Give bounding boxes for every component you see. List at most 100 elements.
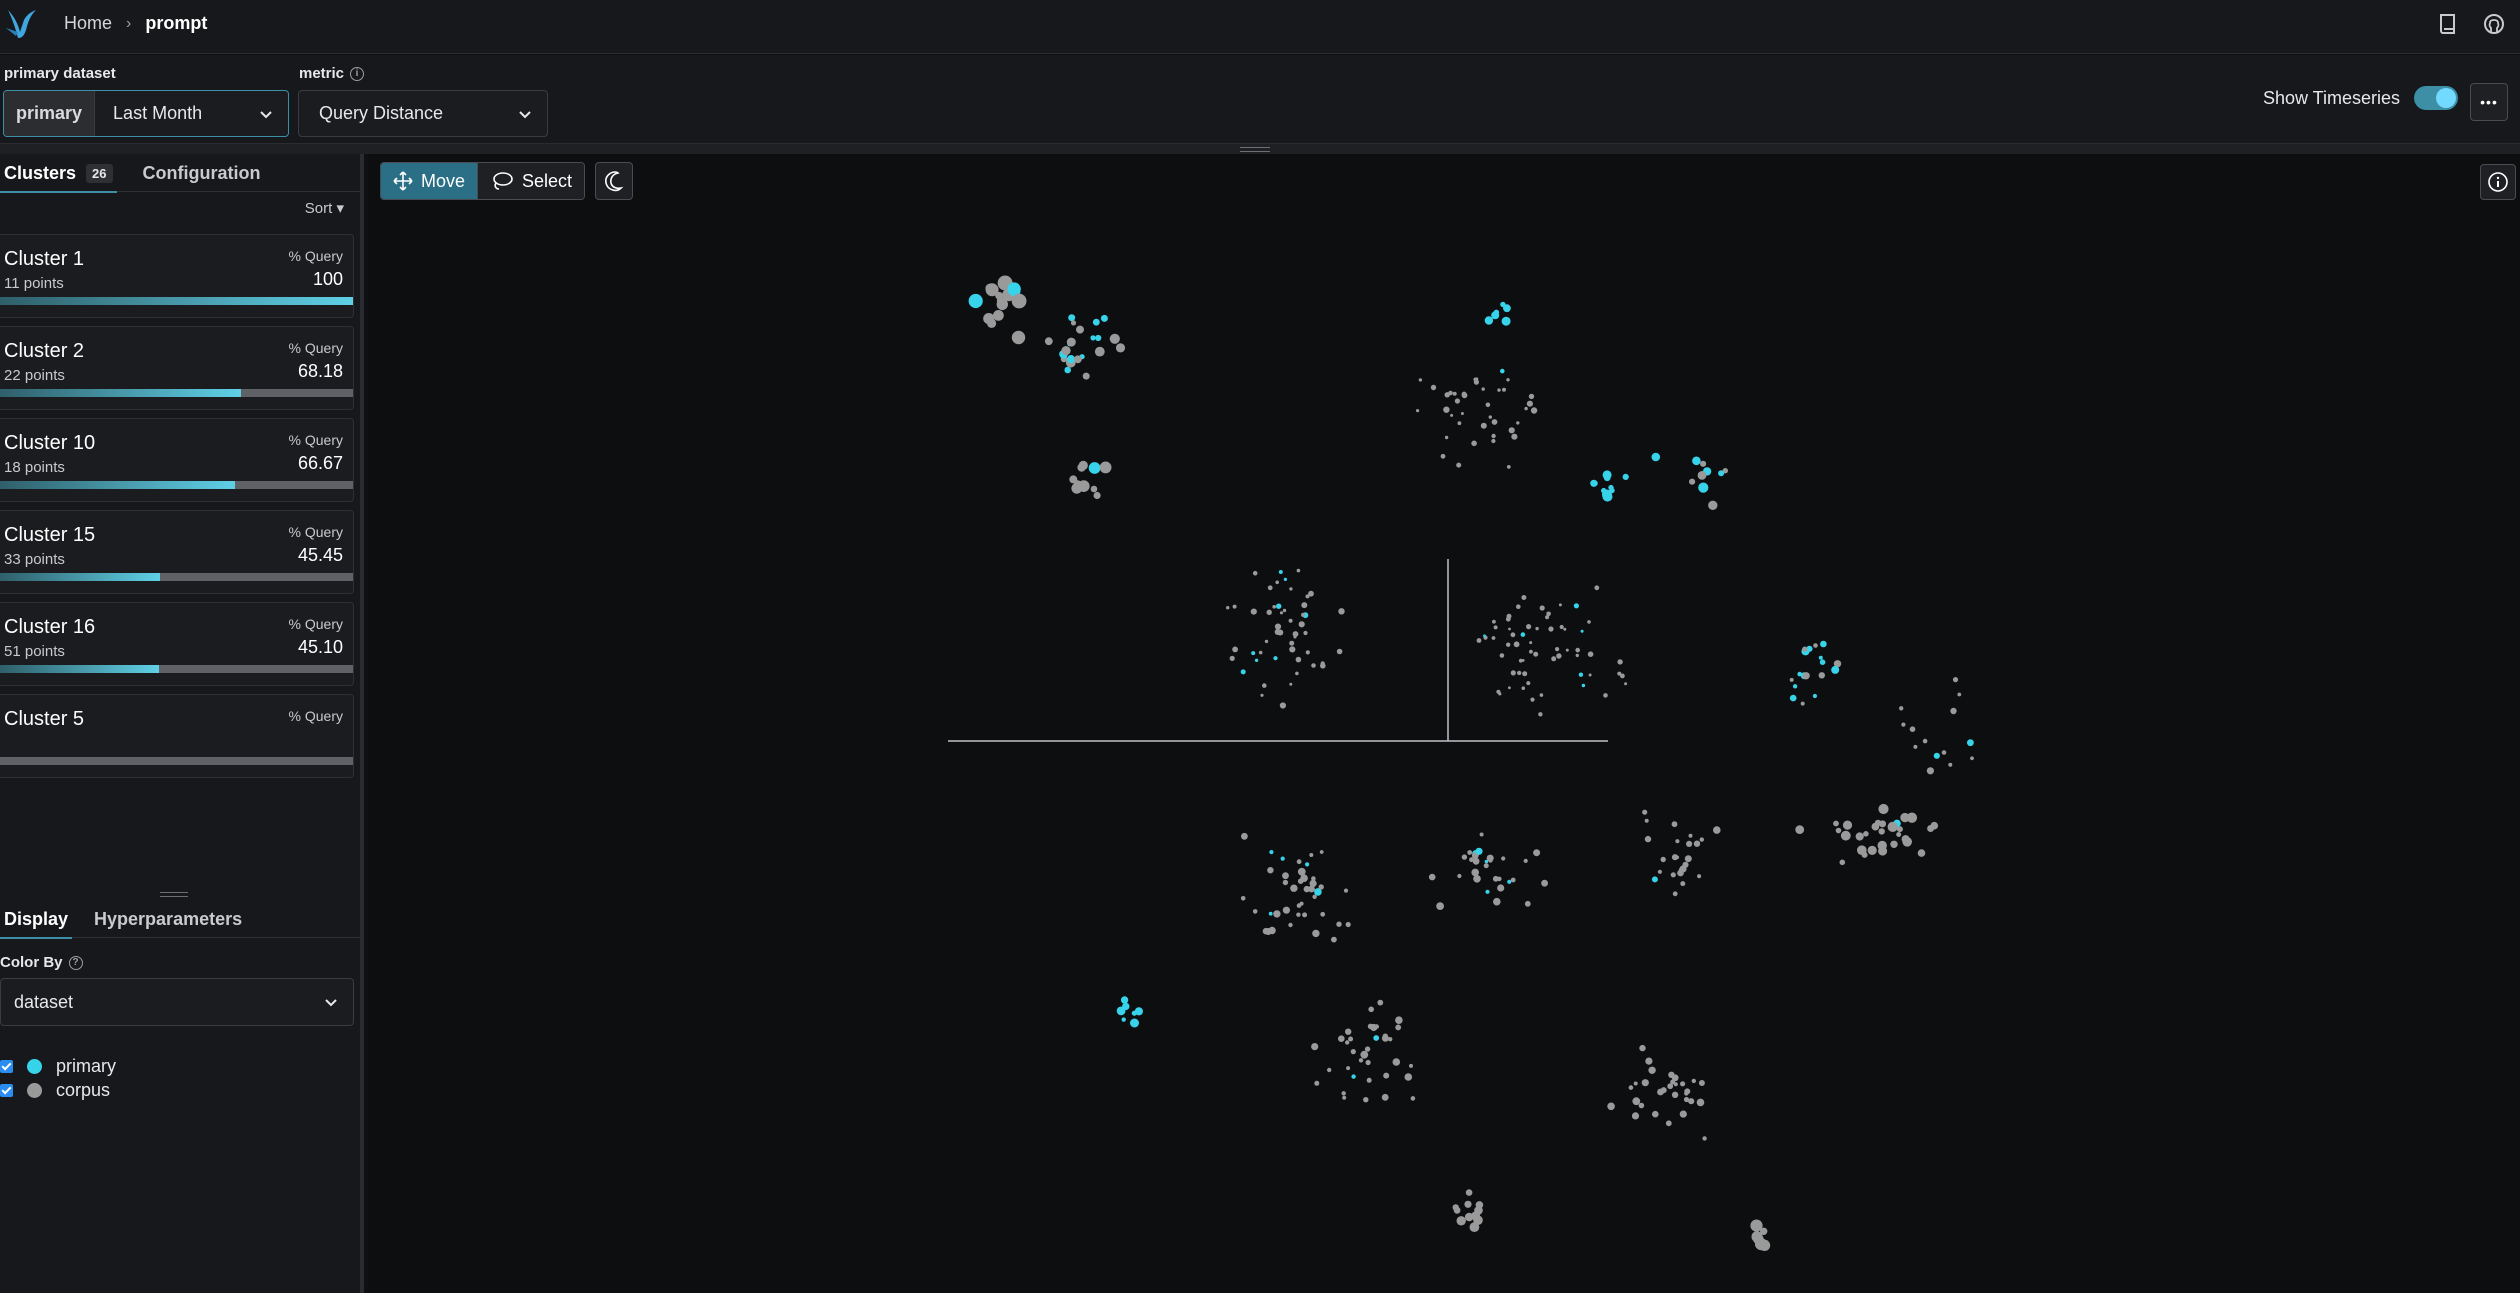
embedding-point[interactable]: [1493, 625, 1498, 630]
embedding-point[interactable]: [1620, 673, 1625, 679]
embedding-point[interactable]: [1374, 1024, 1379, 1029]
embedding-point[interactable]: [1069, 475, 1078, 484]
embedding-point[interactable]: [1902, 837, 1912, 847]
embedding-point[interactable]: [1861, 851, 1868, 858]
embedding-point[interactable]: [1303, 630, 1308, 636]
embedding-point[interactable]: [1456, 462, 1462, 468]
embedding-point[interactable]: [1288, 922, 1293, 928]
embedding-point[interactable]: [1338, 1035, 1345, 1042]
embedding-point[interactable]: [1486, 854, 1494, 862]
embedding-point[interactable]: [1524, 900, 1531, 907]
embedding-point[interactable]: [1409, 1063, 1413, 1068]
embedding-point[interactable]: [1556, 653, 1562, 659]
embedding-point[interactable]: [1624, 682, 1628, 686]
embedding-point[interactable]: [1452, 1204, 1459, 1211]
embedding-point[interactable]: [1660, 1087, 1667, 1094]
embedding-point[interactable]: [1682, 861, 1689, 868]
embedding-point[interactable]: [993, 310, 1004, 321]
embedding-point[interactable]: [1657, 869, 1662, 874]
embedding-point[interactable]: [1341, 1091, 1346, 1096]
embedding-point[interactable]: [1266, 609, 1272, 615]
embedding-point[interactable]: [1533, 651, 1539, 657]
embedding-point[interactable]: [1800, 701, 1805, 706]
embedding-point[interactable]: [1675, 855, 1680, 860]
embedding-point[interactable]: [1240, 669, 1246, 675]
embedding-point[interactable]: [1639, 1044, 1646, 1052]
embedding-point[interactable]: [1109, 333, 1120, 344]
embedding-point[interactable]: [1926, 767, 1934, 775]
embedding-point[interactable]: [1373, 1035, 1380, 1041]
embedding-point[interactable]: [1467, 850, 1473, 855]
embedding-point[interactable]: [1541, 879, 1548, 887]
embedding-point[interactable]: [1363, 1097, 1369, 1103]
embedding-point[interactable]: [1277, 629, 1284, 636]
embedding-point[interactable]: [1251, 651, 1256, 656]
embedding-point[interactable]: [1452, 391, 1457, 396]
embedding-point[interactable]: [1440, 453, 1446, 459]
embedding-point[interactable]: [1044, 337, 1053, 346]
embedding-point[interactable]: [1090, 485, 1098, 493]
embedding-point[interactable]: [1530, 407, 1538, 414]
embedding-point[interactable]: [1336, 648, 1343, 655]
embedding-point[interactable]: [1521, 595, 1527, 600]
embedding-point[interactable]: [1818, 672, 1826, 679]
embedding-point[interactable]: [1878, 846, 1888, 856]
embedding-point[interactable]: [1565, 648, 1569, 652]
embedding-point[interactable]: [1526, 681, 1531, 686]
embedding-point[interactable]: [1641, 1079, 1649, 1087]
embedding-point[interactable]: [1502, 387, 1506, 392]
embedding-point[interactable]: [1311, 663, 1316, 668]
embedding-point[interactable]: [1448, 390, 1453, 396]
embedding-point[interactable]: [1539, 605, 1545, 611]
embedding-point[interactable]: [1410, 1096, 1416, 1101]
cluster-list[interactable]: Cluster 1 11 points % Query 100 Cluster 2 22 …: [0, 234, 360, 890]
embedding-point[interactable]: [1457, 873, 1462, 879]
embedding-point[interactable]: [1066, 355, 1076, 364]
embedding-point[interactable]: [1517, 670, 1522, 676]
embedding-point[interactable]: [1444, 408, 1448, 412]
embedding-point[interactable]: [1812, 693, 1817, 699]
embedding-point[interactable]: [1131, 1010, 1137, 1016]
embedding-point[interactable]: [1675, 839, 1680, 844]
embedding-point[interactable]: [1632, 1097, 1641, 1106]
embedding-point[interactable]: [1348, 1036, 1354, 1042]
embedding-point[interactable]: [1471, 868, 1479, 877]
embedding-point[interactable]: [1011, 293, 1027, 309]
embedding-point[interactable]: [1296, 903, 1302, 908]
embedding-point[interactable]: [1492, 619, 1496, 624]
embedding-point[interactable]: [1499, 653, 1505, 658]
embedding-point[interactable]: [1697, 874, 1702, 879]
embedding-point[interactable]: [1558, 603, 1562, 607]
embedding-point[interactable]: [1840, 830, 1851, 841]
embedding-point[interactable]: [1631, 1112, 1640, 1120]
embedding-point[interactable]: [1454, 398, 1460, 404]
embedding-canvas[interactable]: Move Select: [368, 154, 2520, 1293]
embedding-point[interactable]: [1360, 1050, 1369, 1059]
embedding-point[interactable]: [1708, 500, 1718, 510]
embedding-point[interactable]: [1516, 421, 1520, 425]
embedding-point[interactable]: [987, 318, 997, 328]
embedding-point[interactable]: [1520, 632, 1526, 637]
embedding-point[interactable]: [1226, 606, 1230, 610]
embedding-point[interactable]: [1258, 650, 1263, 655]
embedding-point[interactable]: [1672, 891, 1678, 897]
embedding-point[interactable]: [1651, 452, 1661, 462]
embedding-point[interactable]: [1377, 999, 1384, 1006]
embedding-point[interactable]: [1461, 854, 1468, 860]
embedding-point[interactable]: [1485, 889, 1490, 894]
embedding-point[interactable]: [1092, 318, 1100, 326]
embedding-point[interactable]: [1633, 1081, 1638, 1086]
embedding-point[interactable]: [1551, 656, 1557, 662]
theme-toggle-button[interactable]: [595, 162, 634, 200]
embedding-point[interactable]: [1282, 608, 1287, 613]
embedding-point[interactable]: [1524, 406, 1528, 411]
embedding-point[interactable]: [1831, 665, 1840, 674]
embedding-point[interactable]: [1301, 612, 1306, 617]
embedding-point[interactable]: [1665, 1120, 1672, 1127]
cluster-card[interactable]: Cluster 1 11 points % Query 100: [0, 234, 354, 318]
embedding-point[interactable]: [1688, 833, 1693, 838]
embedding-point[interactable]: [1645, 1057, 1653, 1065]
embedding-point[interactable]: [1511, 433, 1518, 440]
embedding-point[interactable]: [1465, 1189, 1473, 1196]
embedding-point[interactable]: [1594, 585, 1600, 591]
